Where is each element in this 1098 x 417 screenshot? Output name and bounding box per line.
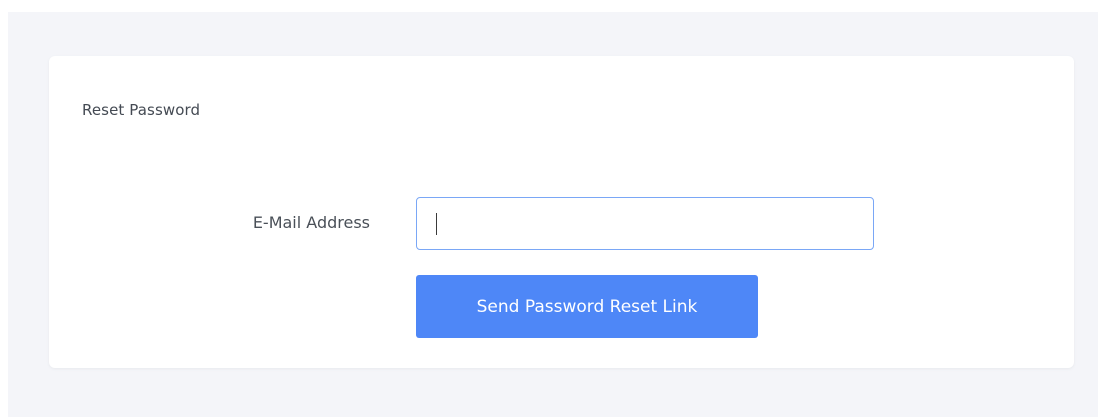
send-password-reset-link-button[interactable]: Send Password Reset Link [416, 275, 758, 338]
email-field[interactable] [416, 197, 874, 250]
reset-password-card: Reset Password E-Mail Address Send Passw… [49, 56, 1074, 368]
card-title: Reset Password [82, 101, 201, 119]
text-cursor [436, 213, 437, 235]
email-label: E-Mail Address [252, 213, 370, 232]
page-background: Reset Password E-Mail Address Send Passw… [8, 12, 1098, 417]
